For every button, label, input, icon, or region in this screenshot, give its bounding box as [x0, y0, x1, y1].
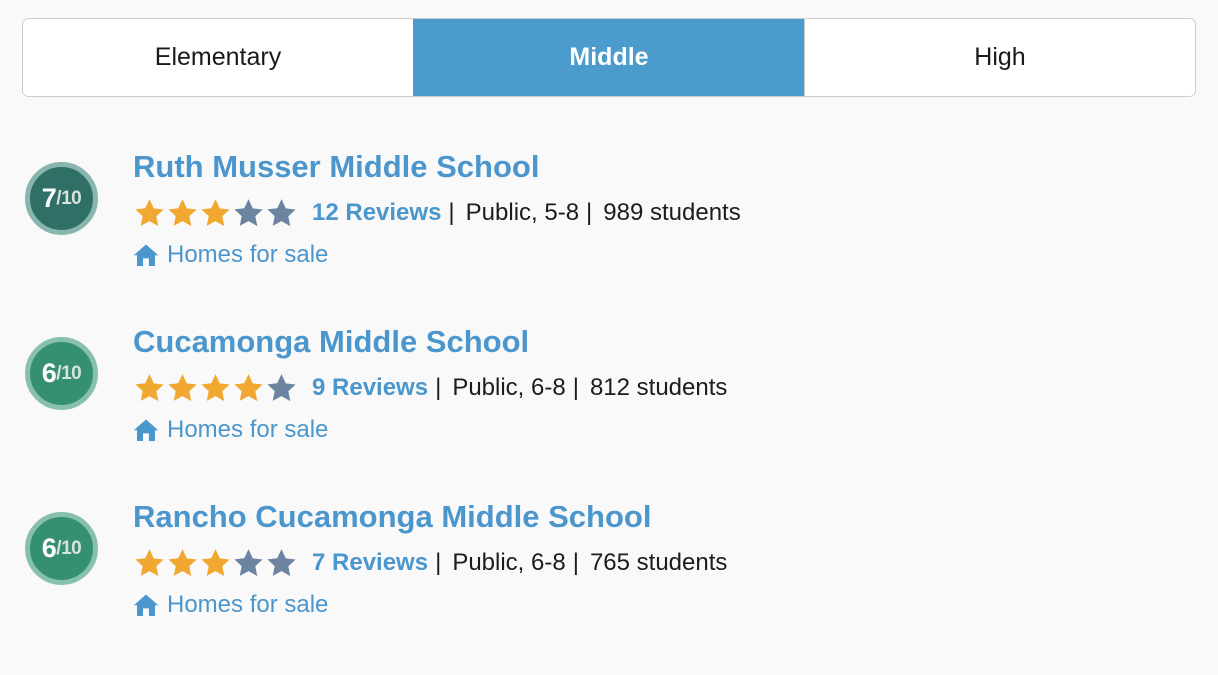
school-details: Rancho Cucamonga Middle School 7 Reviews |… [133, 499, 1218, 620]
school-name-link[interactable]: Rancho Cucamonga Middle School [133, 499, 651, 534]
homes-for-sale-link[interactable]: Homes for sale [167, 416, 328, 444]
home-icon [133, 418, 167, 442]
meta-separator: | [572, 374, 579, 402]
rating-denominator: /10 [56, 188, 82, 209]
homes-for-sale-link[interactable]: Homes for sale [167, 591, 328, 619]
school-meta-line: 12 Reviews | Public, 5-8 | 989 students [133, 197, 1218, 229]
star-filled-icon [133, 372, 166, 404]
star-filled-icon [199, 197, 232, 229]
school-list-item: 6/10 Rancho Cucamonga Middle School 7 Revi… [0, 499, 1218, 675]
star-empty-icon [265, 547, 298, 579]
school-type-grades: Public, 6-8 [452, 374, 566, 402]
star-filled-icon [199, 547, 232, 579]
school-meta-line: 9 Reviews | Public, 6-8 | 812 students [133, 372, 1218, 404]
star-filled-icon [232, 372, 265, 404]
meta-separator: | [448, 199, 455, 227]
star-empty-icon [232, 197, 265, 229]
school-meta-line: 7 Reviews | Public, 6-8 | 765 students [133, 547, 1218, 579]
home-icon [133, 243, 167, 267]
reviews-link[interactable]: 9 Reviews [312, 374, 428, 402]
school-rating-badge[interactable]: 6/10 [25, 337, 98, 410]
star-rating [133, 547, 298, 579]
star-empty-icon [265, 197, 298, 229]
star-filled-icon [133, 197, 166, 229]
homes-for-sale-link[interactable]: Homes for sale [167, 241, 328, 269]
home-icon [133, 593, 167, 617]
star-filled-icon [166, 197, 199, 229]
star-filled-icon [199, 372, 232, 404]
homes-for-sale-row: Homes for sale [133, 240, 1218, 270]
rating-score: 7 [41, 183, 57, 213]
school-list-item: 6/10 Cucamonga Middle School 9 Reviews | Pub… [0, 324, 1218, 500]
school-name-link[interactable]: Cucamonga Middle School [133, 324, 529, 359]
reviews-link[interactable]: 7 Reviews [312, 549, 428, 577]
tab-middle-label: Middle [569, 43, 649, 71]
school-details: Ruth Musser Middle School 12 Reviews | Publ… [133, 149, 1218, 270]
homes-for-sale-row: Homes for sale [133, 590, 1218, 620]
school-name-link[interactable]: Ruth Musser Middle School [133, 149, 539, 184]
school-rating-badge[interactable]: 7/10 [25, 162, 98, 235]
rating-denominator: /10 [56, 363, 82, 384]
rating-score: 6 [41, 358, 57, 388]
school-level-tabs: Elementary Middle High [22, 18, 1196, 97]
meta-separator: | [586, 199, 593, 227]
school-list-item: 7/10 Ruth Musser Middle School 12 Reviews |… [0, 149, 1218, 325]
school-list: 7/10 Ruth Musser Middle School 12 Reviews |… [0, 149, 1218, 675]
meta-separator: | [435, 374, 442, 402]
student-count: 765 students [589, 549, 728, 577]
homes-for-sale-row: Homes for sale [133, 415, 1218, 445]
school-type-grades: Public, 5-8 [465, 199, 580, 227]
star-filled-icon [166, 547, 199, 579]
school-type-grades: Public, 6-8 [452, 549, 566, 577]
rating-denominator: /10 [56, 538, 82, 559]
star-empty-icon [265, 372, 298, 404]
star-rating [133, 197, 298, 229]
reviews-link[interactable]: 12 Reviews [312, 199, 441, 227]
rating-score: 6 [41, 533, 57, 563]
star-rating [133, 372, 298, 404]
meta-separator: | [572, 549, 579, 577]
star-filled-icon [133, 547, 166, 579]
tab-elementary-label: Elementary [154, 43, 282, 71]
tab-middle[interactable]: Middle [413, 19, 804, 96]
meta-separator: | [435, 549, 442, 577]
school-details: Cucamonga Middle School 9 Reviews | Public,… [133, 324, 1218, 445]
tab-elementary[interactable]: Elementary [23, 19, 413, 96]
tab-high-label: High [974, 43, 1026, 71]
school-rating-badge[interactable]: 6/10 [25, 512, 98, 585]
tab-high[interactable]: High [804, 19, 1195, 96]
student-count: 812 students [589, 374, 728, 402]
star-filled-icon [166, 372, 199, 404]
student-count: 989 students [603, 199, 741, 227]
star-empty-icon [232, 547, 265, 579]
